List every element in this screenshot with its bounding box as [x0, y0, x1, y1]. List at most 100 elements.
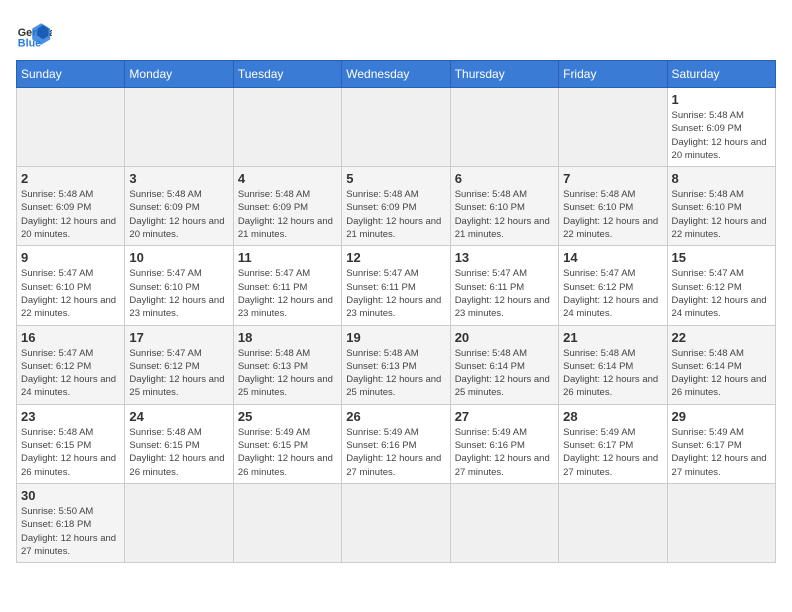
calendar-cell: 10 Sunrise: 5:47 AM Sunset: 6:10 PM Dayli…	[125, 246, 233, 325]
calendar-cell: 6 Sunrise: 5:48 AM Sunset: 6:10 PM Daylig…	[450, 167, 558, 246]
day-info: Sunrise: 5:48 AM Sunset: 6:10 PM Dayligh…	[563, 188, 662, 241]
calendar-cell: 5 Sunrise: 5:48 AM Sunset: 6:09 PM Daylig…	[342, 167, 450, 246]
calendar-cell: 9 Sunrise: 5:47 AM Sunset: 6:10 PM Daylig…	[17, 246, 125, 325]
day-info: Sunrise: 5:48 AM Sunset: 6:15 PM Dayligh…	[21, 426, 120, 479]
calendar-cell	[233, 88, 341, 167]
day-number: 28	[563, 409, 662, 424]
calendar-cell	[559, 483, 667, 562]
calendar-cell	[17, 88, 125, 167]
day-number: 13	[455, 250, 554, 265]
page-header: General Blue	[16, 16, 776, 52]
day-number: 8	[672, 171, 771, 186]
calendar-cell	[233, 483, 341, 562]
calendar-table: SundayMondayTuesdayWednesdayThursdayFrid…	[16, 60, 776, 563]
day-info: Sunrise: 5:47 AM Sunset: 6:10 PM Dayligh…	[21, 267, 120, 320]
day-number: 30	[21, 488, 120, 503]
calendar-cell: 21 Sunrise: 5:48 AM Sunset: 6:14 PM Dayli…	[559, 325, 667, 404]
day-info: Sunrise: 5:48 AM Sunset: 6:09 PM Dayligh…	[672, 109, 771, 162]
calendar-week-row: 30 Sunrise: 5:50 AM Sunset: 6:18 PM Dayli…	[17, 483, 776, 562]
day-info: Sunrise: 5:47 AM Sunset: 6:10 PM Dayligh…	[129, 267, 228, 320]
day-number: 6	[455, 171, 554, 186]
day-info: Sunrise: 5:48 AM Sunset: 6:10 PM Dayligh…	[672, 188, 771, 241]
day-number: 7	[563, 171, 662, 186]
day-number: 4	[238, 171, 337, 186]
day-header-tuesday: Tuesday	[233, 61, 341, 88]
calendar-cell: 1Sunrise: 5:48 AM Sunset: 6:09 PM Daylig…	[667, 88, 775, 167]
day-number: 10	[129, 250, 228, 265]
day-info: Sunrise: 5:48 AM Sunset: 6:15 PM Dayligh…	[129, 426, 228, 479]
day-header-thursday: Thursday	[450, 61, 558, 88]
day-number: 27	[455, 409, 554, 424]
day-info: Sunrise: 5:49 AM Sunset: 6:15 PM Dayligh…	[238, 426, 337, 479]
day-number: 20	[455, 330, 554, 345]
calendar-cell: 11 Sunrise: 5:47 AM Sunset: 6:11 PM Dayli…	[233, 246, 341, 325]
calendar-cell: 13 Sunrise: 5:47 AM Sunset: 6:11 PM Dayli…	[450, 246, 558, 325]
day-number: 29	[672, 409, 771, 424]
day-info: Sunrise: 5:48 AM Sunset: 6:09 PM Dayligh…	[346, 188, 445, 241]
logo-icon: General Blue	[16, 16, 52, 52]
calendar-cell	[342, 483, 450, 562]
day-info: Sunrise: 5:47 AM Sunset: 6:12 PM Dayligh…	[21, 347, 120, 400]
calendar-cell: 19 Sunrise: 5:48 AM Sunset: 6:13 PM Dayli…	[342, 325, 450, 404]
day-info: Sunrise: 5:48 AM Sunset: 6:10 PM Dayligh…	[455, 188, 554, 241]
day-number: 11	[238, 250, 337, 265]
calendar-cell: 28 Sunrise: 5:49 AM Sunset: 6:17 PM Dayli…	[559, 404, 667, 483]
calendar-cell: 4Sunrise: 5:48 AM Sunset: 6:09 PM Daylig…	[233, 167, 341, 246]
calendar-week-row: 16 Sunrise: 5:47 AM Sunset: 6:12 PM Dayli…	[17, 325, 776, 404]
calendar-cell: 15 Sunrise: 5:47 AM Sunset: 6:12 PM Dayli…	[667, 246, 775, 325]
calendar-cell: 26Sunrise: 5:49 AM Sunset: 6:16 PM Dayli…	[342, 404, 450, 483]
calendar-cell: 17Sunrise: 5:47 AM Sunset: 6:12 PM Dayli…	[125, 325, 233, 404]
calendar-cell: 8 Sunrise: 5:48 AM Sunset: 6:10 PM Daylig…	[667, 167, 775, 246]
day-info: Sunrise: 5:48 AM Sunset: 6:14 PM Dayligh…	[455, 347, 554, 400]
calendar-cell	[450, 483, 558, 562]
day-number: 12	[346, 250, 445, 265]
day-info: Sunrise: 5:47 AM Sunset: 6:12 PM Dayligh…	[563, 267, 662, 320]
calendar-cell	[667, 483, 775, 562]
day-number: 19	[346, 330, 445, 345]
day-header-saturday: Saturday	[667, 61, 775, 88]
day-info: Sunrise: 5:49 AM Sunset: 6:17 PM Dayligh…	[672, 426, 771, 479]
calendar-cell	[125, 88, 233, 167]
calendar-cell: 29 Sunrise: 5:49 AM Sunset: 6:17 PM Dayli…	[667, 404, 775, 483]
day-number: 16	[21, 330, 120, 345]
calendar-cell: 3Sunrise: 5:48 AM Sunset: 6:09 PM Daylig…	[125, 167, 233, 246]
day-info: Sunrise: 5:48 AM Sunset: 6:13 PM Dayligh…	[346, 347, 445, 400]
day-header-wednesday: Wednesday	[342, 61, 450, 88]
calendar-cell	[125, 483, 233, 562]
day-info: Sunrise: 5:50 AM Sunset: 6:18 PM Dayligh…	[21, 505, 120, 558]
day-number: 25	[238, 409, 337, 424]
day-number: 15	[672, 250, 771, 265]
logo: General Blue	[16, 16, 56, 52]
day-info: Sunrise: 5:47 AM Sunset: 6:11 PM Dayligh…	[238, 267, 337, 320]
day-info: Sunrise: 5:49 AM Sunset: 6:17 PM Dayligh…	[563, 426, 662, 479]
calendar-cell: 27 Sunrise: 5:49 AM Sunset: 6:16 PM Dayli…	[450, 404, 558, 483]
day-number: 9	[21, 250, 120, 265]
day-header-monday: Monday	[125, 61, 233, 88]
day-info: Sunrise: 5:48 AM Sunset: 6:14 PM Dayligh…	[563, 347, 662, 400]
calendar-cell	[342, 88, 450, 167]
day-number: 3	[129, 171, 228, 186]
calendar-cell	[450, 88, 558, 167]
calendar-cell: 16 Sunrise: 5:47 AM Sunset: 6:12 PM Dayli…	[17, 325, 125, 404]
calendar-cell: 7 Sunrise: 5:48 AM Sunset: 6:10 PM Daylig…	[559, 167, 667, 246]
day-number: 5	[346, 171, 445, 186]
calendar-cell: 2Sunrise: 5:48 AM Sunset: 6:09 PM Daylig…	[17, 167, 125, 246]
day-info: Sunrise: 5:49 AM Sunset: 6:16 PM Dayligh…	[455, 426, 554, 479]
calendar-week-row: 9 Sunrise: 5:47 AM Sunset: 6:10 PM Daylig…	[17, 246, 776, 325]
day-info: Sunrise: 5:47 AM Sunset: 6:12 PM Dayligh…	[672, 267, 771, 320]
day-header-friday: Friday	[559, 61, 667, 88]
day-info: Sunrise: 5:48 AM Sunset: 6:13 PM Dayligh…	[238, 347, 337, 400]
calendar-cell: 24Sunrise: 5:48 AM Sunset: 6:15 PM Dayli…	[125, 404, 233, 483]
calendar-cell: 25 Sunrise: 5:49 AM Sunset: 6:15 PM Dayli…	[233, 404, 341, 483]
day-info: Sunrise: 5:47 AM Sunset: 6:11 PM Dayligh…	[455, 267, 554, 320]
day-info: Sunrise: 5:47 AM Sunset: 6:11 PM Dayligh…	[346, 267, 445, 320]
day-number: 14	[563, 250, 662, 265]
calendar-cell	[559, 88, 667, 167]
day-number: 21	[563, 330, 662, 345]
calendar-cell: 23 Sunrise: 5:48 AM Sunset: 6:15 PM Dayli…	[17, 404, 125, 483]
calendar-cell: 22Sunrise: 5:48 AM Sunset: 6:14 PM Dayli…	[667, 325, 775, 404]
day-number: 18	[238, 330, 337, 345]
day-header-sunday: Sunday	[17, 61, 125, 88]
day-number: 26	[346, 409, 445, 424]
day-number: 23	[21, 409, 120, 424]
